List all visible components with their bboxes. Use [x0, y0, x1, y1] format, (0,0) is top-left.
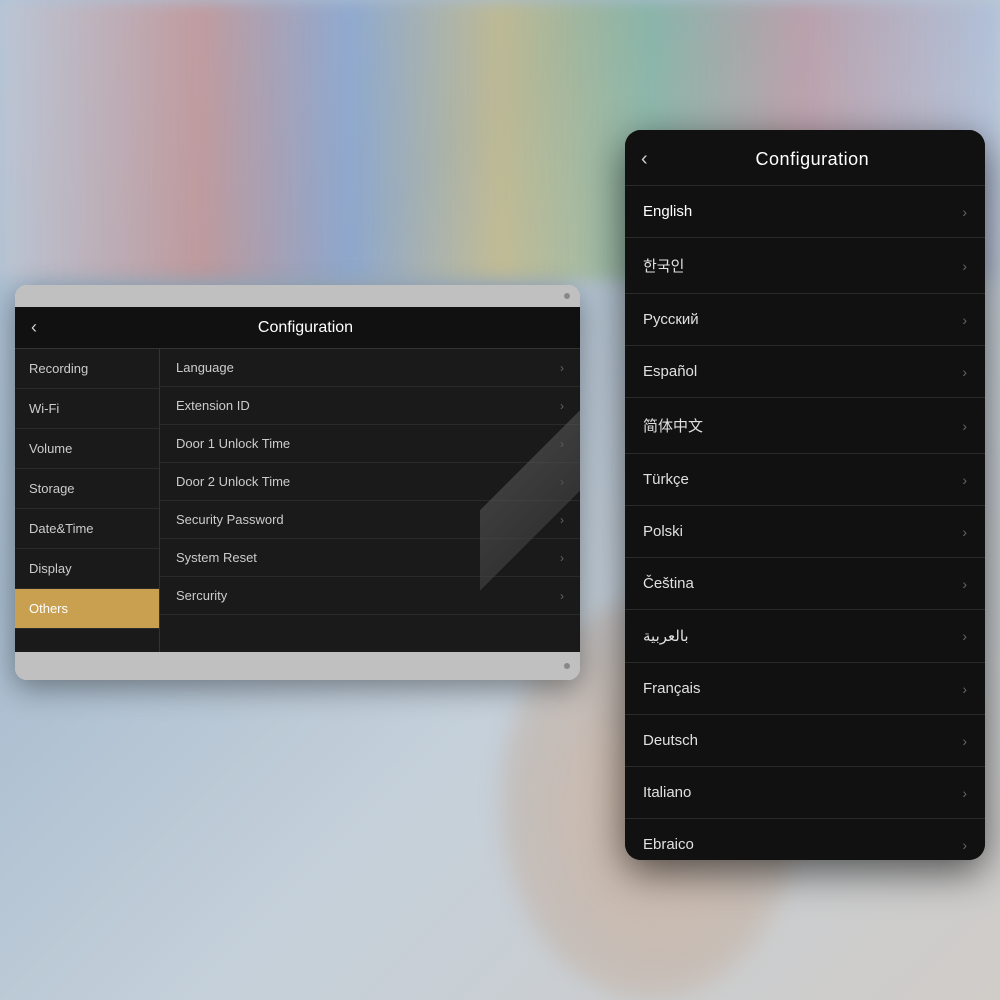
chevron-right-icon: ›	[962, 312, 967, 328]
language-item-arabic[interactable]: بالعربية ›	[625, 610, 985, 663]
chevron-right-icon: ›	[962, 785, 967, 801]
device-content: RecordingWi-FiVolumeStorageDate&TimeDisp…	[15, 349, 580, 652]
sidebar-item-volume[interactable]: Volume	[15, 429, 159, 469]
chevron-right-icon: ›	[560, 361, 564, 375]
sidebar-item-wifi[interactable]: Wi-Fi	[15, 389, 159, 429]
device-screen-header: ‹ Configuration	[15, 307, 580, 349]
chevron-right-icon: ›	[560, 513, 564, 527]
menu-item-sercurity[interactable]: Sercurity ›	[160, 577, 580, 615]
chevron-right-icon: ›	[962, 524, 967, 540]
menu-item-language[interactable]: Language ›	[160, 349, 580, 387]
language-label-hebrew: Ebraico	[643, 836, 694, 853]
language-item-russian[interactable]: Русский ›	[625, 294, 985, 346]
device-panel: ‹ Configuration RecordingWi-FiVolumeStor…	[15, 285, 580, 680]
device-main-menu: Language›Extension ID›Door 1 Unlock Time…	[160, 349, 580, 652]
sidebar-item-datetime[interactable]: Date&Time	[15, 509, 159, 549]
menu-item-label-extension-id: Extension ID	[176, 398, 250, 413]
language-label-french: Français	[643, 680, 701, 697]
phone-title: Configuration	[656, 149, 969, 170]
sidebar-item-storage[interactable]: Storage	[15, 469, 159, 509]
chevron-right-icon: ›	[962, 364, 967, 380]
language-label-chinese: 简体中文	[643, 415, 703, 436]
chevron-right-icon: ›	[560, 437, 564, 451]
language-label-spanish: Español	[643, 363, 697, 380]
chevron-right-icon: ›	[962, 628, 967, 644]
menu-item-label-language: Language	[176, 360, 234, 375]
chevron-right-icon: ›	[962, 472, 967, 488]
language-label-russian: Русский	[643, 311, 699, 328]
phone-language-list: English › 한국인 › Русский › Español › 简体中文 › Türkçe ›…	[625, 186, 985, 860]
device-top-bar	[15, 285, 580, 307]
chevron-right-icon: ›	[962, 681, 967, 697]
chevron-right-icon: ›	[560, 551, 564, 565]
language-item-turkish[interactable]: Türkçe ›	[625, 454, 985, 506]
language-item-czech[interactable]: Čeština ›	[625, 558, 985, 610]
sidebar-item-display[interactable]: Display	[15, 549, 159, 589]
phone-panel: ‹ Configuration English›한국인›Русский›Espa…	[625, 130, 985, 860]
device-screen-title: Configuration	[47, 319, 564, 337]
device-bottom-bar	[15, 652, 580, 680]
chevron-right-icon: ›	[560, 589, 564, 603]
chevron-right-icon: ›	[560, 399, 564, 413]
language-item-spanish[interactable]: Español ›	[625, 346, 985, 398]
language-label-italian: Italiano	[643, 784, 691, 801]
language-item-chinese[interactable]: 简体中文 ›	[625, 398, 985, 454]
language-label-english: English	[643, 203, 692, 220]
language-label-polish: Polski	[643, 523, 683, 540]
language-item-italian[interactable]: Italiano ›	[625, 767, 985, 819]
chevron-right-icon: ›	[560, 475, 564, 489]
menu-item-system-reset[interactable]: System Reset ›	[160, 539, 580, 577]
language-label-turkish: Türkçe	[643, 471, 689, 488]
language-item-korean[interactable]: 한국인 ›	[625, 238, 985, 294]
menu-item-security-password[interactable]: Security Password ›	[160, 501, 580, 539]
sidebar-item-recording[interactable]: Recording	[15, 349, 159, 389]
menu-item-label-door2-unlock: Door 2 Unlock Time	[176, 474, 290, 489]
device-bottom-dot	[564, 663, 570, 669]
chevron-right-icon: ›	[962, 418, 967, 434]
language-label-korean: 한국인	[643, 255, 684, 276]
chevron-right-icon: ›	[962, 733, 967, 749]
language-label-german: Deutsch	[643, 732, 698, 749]
device-screen: ‹ Configuration RecordingWi-FiVolumeStor…	[15, 307, 580, 652]
sidebar-item-others[interactable]: Others	[15, 589, 159, 629]
language-item-german[interactable]: Deutsch ›	[625, 715, 985, 767]
menu-item-door1-unlock[interactable]: Door 1 Unlock Time ›	[160, 425, 580, 463]
device-top-dot	[564, 293, 570, 299]
language-item-english[interactable]: English ›	[625, 186, 985, 238]
device-sidebar: RecordingWi-FiVolumeStorageDate&TimeDisp…	[15, 349, 160, 652]
language-item-polish[interactable]: Polski ›	[625, 506, 985, 558]
chevron-right-icon: ›	[962, 204, 967, 220]
menu-item-label-sercurity: Sercurity	[176, 588, 227, 603]
menu-item-label-door1-unlock: Door 1 Unlock Time	[176, 436, 290, 451]
phone-back-button[interactable]: ‹	[641, 148, 648, 171]
language-item-hebrew[interactable]: Ebraico ›	[625, 819, 985, 860]
chevron-right-icon: ›	[962, 576, 967, 592]
menu-item-door2-unlock[interactable]: Door 2 Unlock Time ›	[160, 463, 580, 501]
phone-header: ‹ Configuration	[625, 130, 985, 186]
chevron-right-icon: ›	[962, 258, 967, 274]
chevron-right-icon: ›	[962, 837, 967, 853]
menu-item-label-system-reset: System Reset	[176, 550, 257, 565]
language-label-arabic: بالعربية	[643, 627, 689, 645]
menu-item-label-security-password: Security Password	[176, 512, 284, 527]
menu-item-extension-id[interactable]: Extension ID ›	[160, 387, 580, 425]
device-back-button[interactable]: ‹	[31, 317, 37, 338]
language-label-czech: Čeština	[643, 575, 694, 592]
language-item-french[interactable]: Français ›	[625, 663, 985, 715]
